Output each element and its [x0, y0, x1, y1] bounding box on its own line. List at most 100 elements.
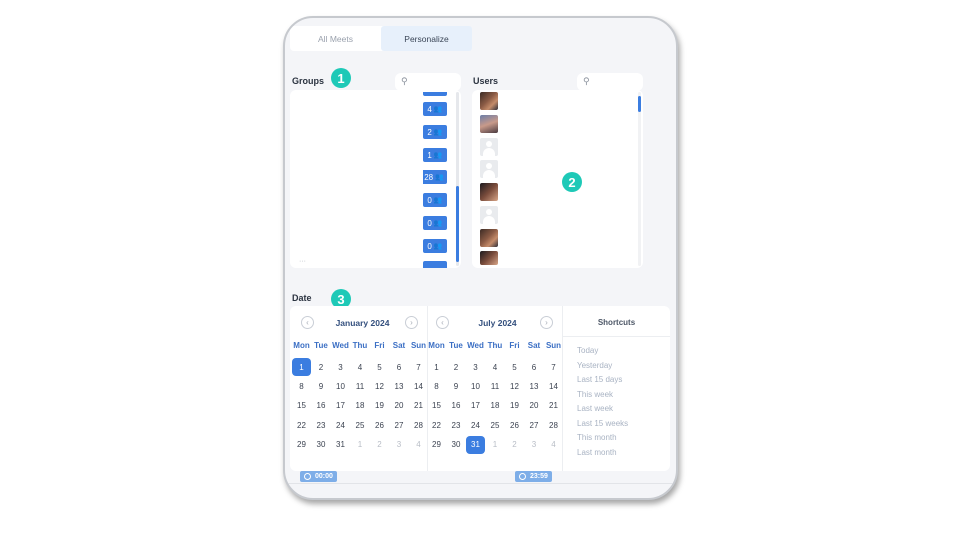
user-avatar[interactable]	[480, 183, 498, 201]
group-count-badge[interactable]: 4 👥	[423, 102, 447, 116]
group-count-partial[interactable]	[423, 261, 447, 268]
calendar-day[interactable]: 21	[409, 397, 428, 415]
user-avatar[interactable]	[480, 92, 498, 110]
calendar-day[interactable]: 19	[370, 397, 389, 415]
shortcut-item[interactable]: Yesterday	[577, 361, 612, 370]
calendar-day[interactable]: 17	[466, 397, 485, 415]
calendar-day[interactable]: 16	[312, 397, 331, 415]
calendar-day[interactable]: 16	[447, 397, 466, 415]
calendar-day[interactable]: 6	[390, 358, 409, 376]
calendar-day[interactable]: 10	[466, 377, 485, 395]
calendar-day[interactable]: 1	[486, 436, 505, 454]
calendar-day[interactable]: 2	[447, 358, 466, 376]
prev-month-button[interactable]: ‹	[436, 316, 449, 329]
user-avatar[interactable]	[480, 138, 498, 156]
calendar-day[interactable]: 26	[505, 416, 524, 434]
calendar-day[interactable]: 13	[390, 377, 409, 395]
calendar-day[interactable]: 15	[292, 397, 311, 415]
group-count-badge[interactable]: 28 👥	[423, 170, 447, 184]
calendar-day[interactable]: 14	[409, 377, 428, 395]
group-count-badge[interactable]: 2 👥	[423, 125, 447, 139]
calendar-day[interactable]: 15	[427, 397, 446, 415]
prev-month-button[interactable]: ‹	[301, 316, 314, 329]
calendar-day[interactable]: 31	[331, 436, 350, 454]
calendar-day[interactable]: 6	[525, 358, 544, 376]
users-scrollbar[interactable]	[638, 92, 641, 266]
calendar-day[interactable]: 5	[505, 358, 524, 376]
calendar-day[interactable]: 4	[544, 436, 563, 454]
shortcut-item[interactable]: This month	[577, 433, 617, 442]
group-count-badge[interactable]: 0 👥	[423, 216, 447, 230]
calendar-day[interactable]: 29	[292, 436, 311, 454]
groups-scroll-thumb[interactable]	[456, 186, 459, 262]
calendar-day[interactable]: 27	[390, 416, 409, 434]
user-avatar[interactable]	[480, 206, 498, 224]
calendar-day[interactable]: 7	[409, 358, 428, 376]
calendar-day[interactable]: 8	[427, 377, 446, 395]
calendar-day[interactable]: 10	[331, 377, 350, 395]
calendar-day[interactable]: 22	[292, 416, 311, 434]
calendar-day[interactable]: 18	[486, 397, 505, 415]
calendar-day[interactable]: 29	[427, 436, 446, 454]
calendar-day[interactable]: 23	[447, 416, 466, 434]
calendar-day[interactable]: 3	[466, 358, 485, 376]
shortcut-item[interactable]: Today	[577, 346, 598, 355]
calendar-day[interactable]: 11	[351, 377, 370, 395]
calendar-day[interactable]: 20	[525, 397, 544, 415]
calendar-day[interactable]: 22	[427, 416, 446, 434]
end-time-chip[interactable]: 23:59	[515, 471, 552, 482]
group-count-badge[interactable]: 0 👥	[423, 239, 447, 253]
user-avatar[interactable]	[480, 160, 498, 178]
user-avatar[interactable]	[480, 115, 498, 133]
calendar-day[interactable]: 28	[544, 416, 563, 434]
calendar-day[interactable]: 5	[370, 358, 389, 376]
calendar-day[interactable]: 13	[525, 377, 544, 395]
calendar-day[interactable]: 11	[486, 377, 505, 395]
calendar-day[interactable]: 25	[486, 416, 505, 434]
group-count-partial[interactable]	[423, 92, 447, 96]
calendar-day[interactable]: 2	[312, 358, 331, 376]
calendar-day[interactable]: 17	[331, 397, 350, 415]
calendar-day[interactable]: 12	[505, 377, 524, 395]
calendar-day[interactable]: 23	[312, 416, 331, 434]
calendar-day[interactable]: 25	[351, 416, 370, 434]
calendar-day[interactable]: 2	[370, 436, 389, 454]
calendar-day[interactable]: 4	[409, 436, 428, 454]
calendar-day[interactable]: 1	[292, 358, 311, 376]
shortcut-item[interactable]: Last 15 days	[577, 375, 622, 384]
shortcut-item[interactable]: This week	[577, 390, 613, 399]
calendar-day[interactable]: 31	[466, 435, 485, 454]
calendar-day[interactable]: 12	[370, 377, 389, 395]
next-month-button[interactable]: ›	[540, 316, 553, 329]
shortcut-item[interactable]: Last 15 weeks	[577, 419, 628, 428]
groups-search[interactable]: ⚲	[395, 73, 461, 91]
calendar-day[interactable]: 21	[544, 397, 563, 415]
users-scroll-thumb[interactable]	[638, 96, 641, 112]
calendar-day[interactable]: 9	[447, 377, 466, 395]
calendar-day[interactable]: 28	[409, 416, 428, 434]
calendar-day[interactable]: 7	[544, 358, 563, 376]
tab-personalize[interactable]: Personalize	[381, 26, 472, 51]
calendar-day[interactable]: 24	[331, 416, 350, 434]
calendar-day[interactable]: 1	[351, 436, 370, 454]
calendar-day[interactable]: 30	[447, 436, 466, 454]
calendar-day[interactable]: 19	[505, 397, 524, 415]
user-avatar[interactable]	[480, 251, 498, 265]
calendar-day[interactable]: 20	[390, 397, 409, 415]
calendar-day[interactable]: 27	[525, 416, 544, 434]
group-count-badge[interactable]: 0 👥	[423, 193, 447, 207]
next-month-button[interactable]: ›	[405, 316, 418, 329]
calendar-day[interactable]: 1	[427, 358, 446, 376]
shortcut-item[interactable]: Last month	[577, 448, 617, 457]
calendar-day[interactable]: 24	[466, 416, 485, 434]
start-time-chip[interactable]: 00:00	[300, 471, 337, 482]
tab-all-meets[interactable]: All Meets	[290, 26, 381, 51]
calendar-day[interactable]: 3	[390, 436, 409, 454]
calendar-day[interactable]: 4	[351, 358, 370, 376]
calendar-day[interactable]: 9	[312, 377, 331, 395]
calendar-day[interactable]: 4	[486, 358, 505, 376]
group-count-badge[interactable]: 1 👥	[423, 148, 447, 162]
shortcut-item[interactable]: Last week	[577, 404, 613, 413]
calendar-day[interactable]: 3	[331, 358, 350, 376]
calendar-day[interactable]: 14	[544, 377, 563, 395]
